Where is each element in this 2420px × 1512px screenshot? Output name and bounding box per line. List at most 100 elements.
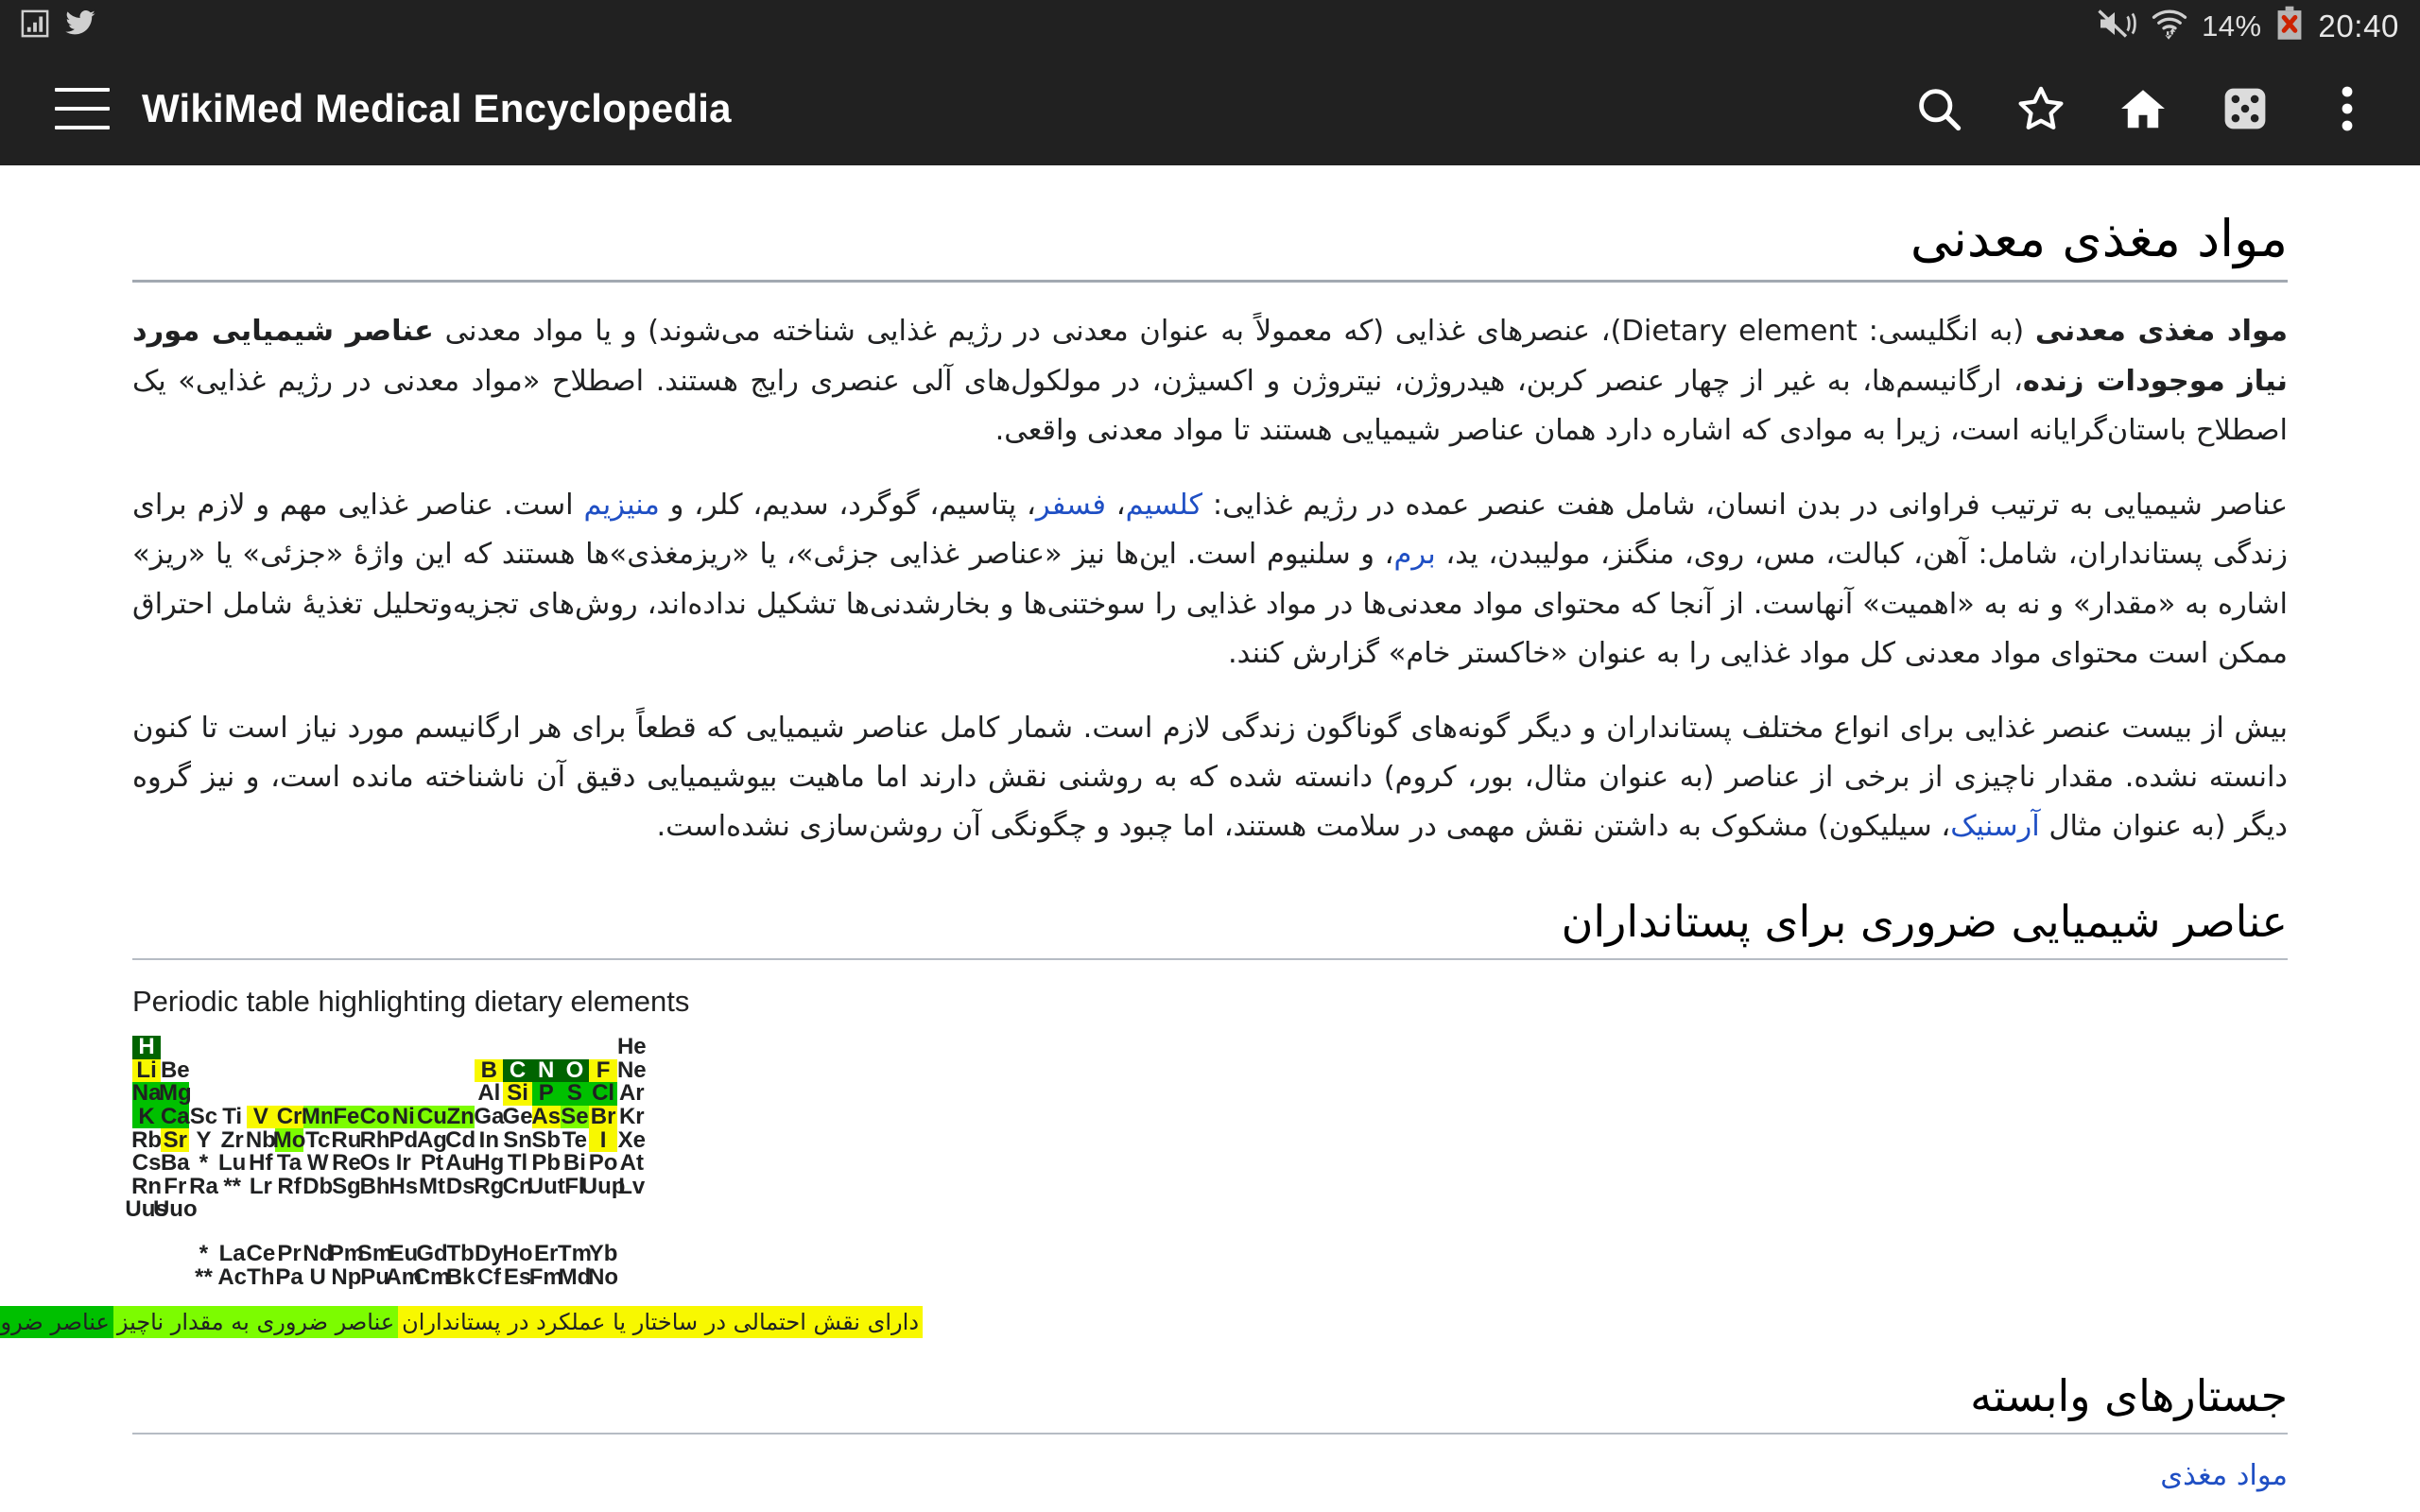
element-cell: Rn <box>131 1173 163 1199</box>
element-cell: He <box>616 1034 647 1060</box>
periodic-table-empty-cell <box>218 1036 247 1059</box>
periodic-table-empty-cell <box>617 1243 646 1266</box>
element-cell: As <box>531 1104 562 1129</box>
periodic-table-empty-cell <box>189 1082 217 1106</box>
periodic-table-empty-cell <box>303 1036 332 1059</box>
element-cell: Es <box>503 1263 532 1290</box>
section-heading-related: جستارهای وابسته <box>1970 1369 2288 1421</box>
app-title: WikiMed Medical Encyclopedia <box>142 86 732 130</box>
element-cell: Ba <box>160 1150 190 1177</box>
element-cell: Ru <box>331 1126 362 1153</box>
element-cell: C <box>503 1059 532 1083</box>
app-bar: WikiMed Medical Encyclopedia <box>0 52 2420 165</box>
periodic-table-figure: H He Li Be B C N O F Ne Na Mg Al Si P S Cl Ar K Ca Sc Ti V Cr Mn… <box>0 1034 2288 1338</box>
periodic-table-empty-cell <box>332 1059 360 1083</box>
element-cell: Bh <box>359 1173 390 1199</box>
sep-1: ، <box>1105 488 1126 522</box>
element-cell: Rg <box>474 1173 505 1199</box>
link-arsenic[interactable]: آرسنیک <box>1950 810 2039 843</box>
element-cell: La <box>218 1240 246 1266</box>
periodic-table-empty-cell <box>161 1265 189 1289</box>
status-bar: 14% 20:40 <box>0 0 2420 52</box>
status-bar-right-icons: 14% 20:40 <box>2098 6 2399 46</box>
element-cell: Np <box>331 1263 362 1290</box>
link-magnesium[interactable]: منیزیم <box>583 489 659 522</box>
periodic-table-empty-cell <box>418 1059 446 1083</box>
related-link-item[interactable]: مواد مغذی <box>132 1459 2288 1492</box>
periodic-table-empty-cell <box>132 1265 161 1289</box>
element-cell: Cl <box>589 1082 618 1106</box>
element-cell: Xe <box>617 1126 646 1153</box>
element-cell: Bk <box>445 1263 475 1290</box>
element-cell: Re <box>332 1150 361 1177</box>
periodic-table-empty-cell <box>218 1059 247 1083</box>
element-cell: Sr <box>161 1128 190 1152</box>
periodic-table-empty-cell <box>247 1082 275 1106</box>
element-cell: Tb <box>446 1240 475 1266</box>
periodic-table-empty-cell <box>503 1036 531 1059</box>
element-cell: Tl <box>507 1150 528 1177</box>
element-cell: Se <box>560 1104 589 1129</box>
element-cell: Au <box>445 1150 476 1177</box>
element-cell: Lr <box>249 1173 272 1199</box>
periodic-table-empty-cell <box>161 1243 189 1266</box>
element-cell: Pb <box>531 1150 562 1177</box>
element-cell: W <box>306 1150 329 1177</box>
element-cell: Db <box>302 1173 334 1199</box>
element-cell: Y <box>196 1126 212 1153</box>
star-icon[interactable] <box>2014 81 2068 136</box>
dice-icon[interactable] <box>2218 81 2273 136</box>
element-cell: Sb <box>531 1126 562 1153</box>
element-cell: Rh <box>359 1126 390 1153</box>
element-cell: Rb <box>131 1126 163 1153</box>
element-cell: * <box>199 1150 209 1177</box>
element-cell: I <box>589 1128 618 1152</box>
page-title: مواد مغذی معدنی <box>1910 209 2288 268</box>
element-cell: ** <box>195 1263 213 1290</box>
periodic-table-empty-cell <box>303 1082 332 1106</box>
element-cell: Tc <box>305 1126 331 1153</box>
battery-error-icon <box>2274 6 2305 46</box>
element-cell: Ce <box>246 1240 276 1266</box>
article-content[interactable]: مواد مغذی معدنی مواد مغذی معدنی (به انگل… <box>0 165 2420 1512</box>
element-cell: Yb <box>588 1240 618 1266</box>
element-cell: Lu <box>217 1150 247 1177</box>
wifi-transfer-icon <box>2151 7 2188 45</box>
link-phosphorus[interactable]: فسفر <box>1036 489 1106 522</box>
periodic-table-empty-cell <box>332 1082 360 1106</box>
paragraph-1-text-b: (به انگلیسی: <box>1857 315 2035 349</box>
periodic-table-empty-cell <box>132 1243 161 1266</box>
element-cell: U <box>309 1263 326 1290</box>
periodic-table-main-grid: H He Li Be B C N O F Ne Na Mg Al Si P S Cl Ar K Ca Sc Ti V Cr Mn… <box>125 1034 2288 1222</box>
mute-vibrate-icon <box>2098 8 2137 44</box>
link-bromine[interactable]: برم <box>1394 538 1436 571</box>
element-cell: At <box>619 1150 644 1177</box>
element-cell: Cu <box>416 1104 447 1129</box>
element-cell: Sc <box>189 1104 218 1129</box>
element-cell: Bi <box>562 1150 586 1177</box>
link-calcium[interactable]: کلسیم <box>1126 489 1202 522</box>
element-cell: Nb <box>245 1126 276 1153</box>
element-cell: H <box>132 1036 162 1059</box>
element-cell: Fe <box>332 1104 361 1129</box>
periodic-table-empty-cell <box>389 1036 418 1059</box>
periodic-table-f-block-grid: * La Ce Pr Nd Pm Sm Eu Gd Tb Dy Ho Er Tm Yb ** Ac Th Pa U Np… <box>132 1243 2288 1289</box>
periodic-table-empty-cell <box>532 1036 561 1059</box>
paragraph-3: بیش از بیست عنصر غذایی برای انواع مختلف … <box>132 704 2288 852</box>
overflow-menu-icon[interactable] <box>2320 81 2375 136</box>
element-cell: Si <box>503 1082 532 1106</box>
element-cell: Ca <box>160 1104 190 1129</box>
element-cell: Gd <box>416 1240 448 1266</box>
element-cell: Cf <box>476 1263 501 1290</box>
element-cell: Ac <box>217 1263 247 1290</box>
element-cell: B <box>475 1059 504 1083</box>
periodic-table-empty-cell <box>247 1059 275 1083</box>
element-cell: Cr <box>274 1104 304 1129</box>
element-cell: Eu <box>389 1240 419 1266</box>
hamburger-menu-icon[interactable] <box>55 88 110 129</box>
element-cell: Pa <box>275 1263 303 1290</box>
element-cell: Ge <box>502 1104 533 1129</box>
title-divider <box>132 280 2288 284</box>
search-icon[interactable] <box>1911 81 1966 136</box>
home-icon[interactable] <box>2116 81 2170 136</box>
